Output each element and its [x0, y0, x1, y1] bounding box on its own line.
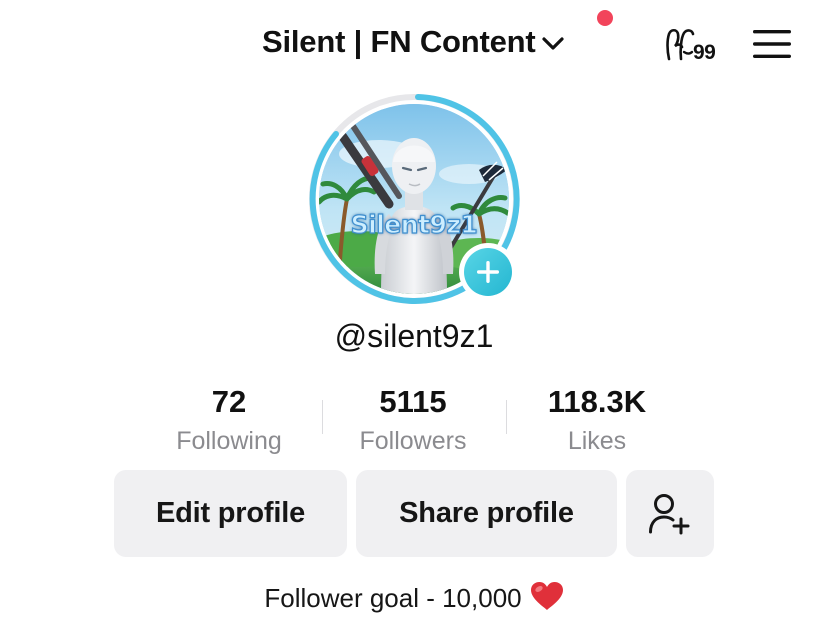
share-profile-button[interactable]: Share profile	[356, 470, 617, 557]
add-story-badge	[464, 248, 512, 296]
stat-following-label: Following	[176, 427, 282, 455]
stat-following-value: 72	[211, 384, 247, 419]
account-switcher[interactable]: Silent | FN Content	[262, 22, 564, 62]
edit-profile-button[interactable]: Edit profile	[114, 470, 347, 557]
creator-tools-icon	[666, 28, 695, 61]
avatar-container: Silent9z1	[305, 90, 523, 308]
stat-likes[interactable]: 118.3K Likes	[505, 380, 689, 458]
stat-followers-value: 5115	[379, 384, 447, 419]
bio: Follower goal - 10,000	[0, 580, 828, 616]
notification-dot	[597, 10, 613, 26]
bio-text: Follower goal - 10,000	[264, 583, 522, 613]
plus-icon	[477, 261, 499, 283]
profile-header: Silent | FN Content 99	[0, 0, 828, 90]
add-friend-icon	[649, 493, 690, 534]
chevron-down-icon	[541, 37, 564, 50]
stat-followers-label: Followers	[359, 427, 467, 455]
edit-profile-label: Edit profile	[155, 497, 306, 529]
hamburger-menu-icon[interactable]	[752, 28, 792, 60]
account-name: Silent | FN Content	[262, 24, 536, 59]
share-profile-label: Share profile	[399, 497, 574, 529]
add-friends-button[interactable]	[626, 470, 714, 557]
stat-likes-value: 118.3K	[547, 384, 647, 419]
creator-tools-count: 99	[693, 41, 716, 64]
heart-emoji-icon	[530, 581, 564, 611]
stat-followers[interactable]: 5115 Followers	[321, 380, 505, 458]
add-story-button[interactable]	[459, 243, 517, 301]
username[interactable]: @silent9z1	[0, 314, 828, 358]
stat-following[interactable]: 72 Following	[137, 380, 321, 458]
avatar-overlay-text: Silent9z1	[350, 209, 478, 239]
stat-likes-label: Likes	[567, 427, 627, 455]
